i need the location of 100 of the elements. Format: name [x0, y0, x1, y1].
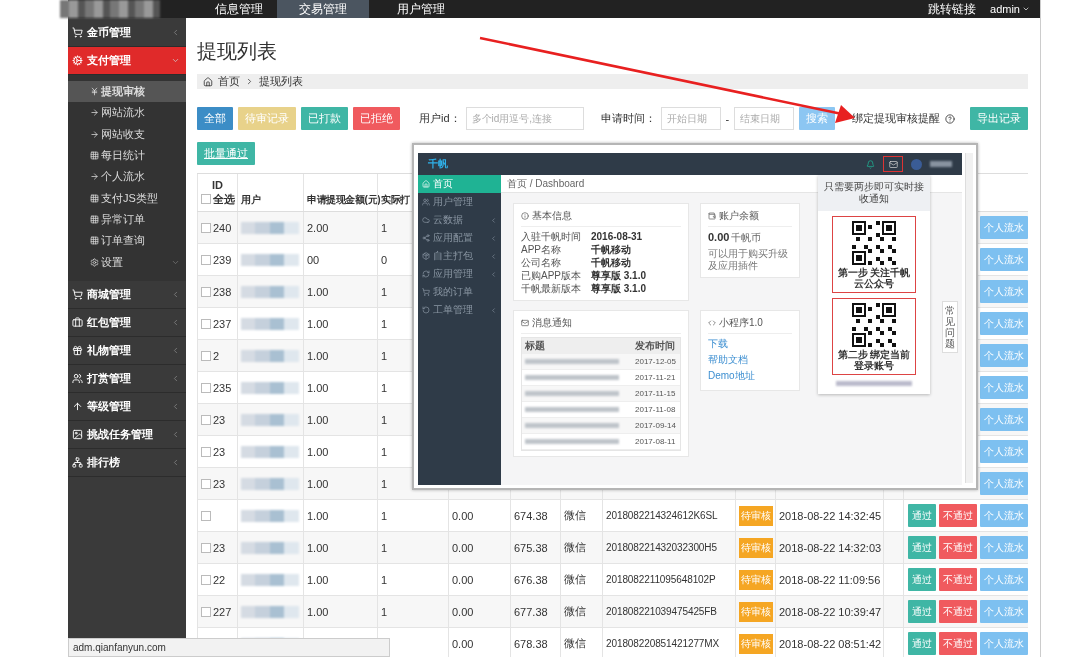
embedded-menu-item[interactable]: 我的订单 — [418, 283, 501, 301]
approve-button[interactable]: 通过 — [908, 632, 936, 655]
submenu-item[interactable]: 网站收支 — [68, 123, 186, 145]
flow-button[interactable]: 个人流水 — [980, 536, 1028, 559]
link[interactable]: 帮助文档 — [708, 353, 792, 367]
blurred-username — [241, 445, 299, 458]
cloud-icon — [422, 216, 430, 224]
embedded-menu-item[interactable]: 工单管理 — [418, 301, 501, 319]
reject-button[interactable]: 不通过 — [939, 568, 977, 591]
card-title: 账户余额 — [719, 209, 759, 223]
approve-button[interactable]: 通过 — [908, 536, 936, 559]
submenu-item[interactable]: 异常订单 — [68, 208, 186, 231]
flow-button[interactable]: 个人流水 — [980, 408, 1028, 431]
flow-button[interactable]: 个人流水 — [980, 376, 1028, 399]
table-cell: 201808221039475425FB — [606, 606, 717, 617]
flow-button[interactable]: 个人流水 — [980, 312, 1028, 335]
breadcrumb-item[interactable]: 首页 — [218, 74, 240, 89]
flow-button[interactable]: 个人流水 — [980, 568, 1028, 591]
approve-button[interactable]: 通过 — [908, 568, 936, 591]
submenu-label: 个人流水 — [101, 169, 146, 185]
sidebar-item[interactable]: 打赏管理 — [68, 364, 186, 393]
highlighted-button[interactable] — [883, 156, 903, 172]
mail-icon — [521, 319, 529, 327]
submenu-item[interactable]: 支付JS类型 — [68, 187, 186, 209]
select-all-checkbox[interactable] — [200, 194, 211, 204]
submenu-item[interactable]: 提现审核 — [68, 81, 186, 103]
sidebar-label: 红包管理 — [87, 314, 132, 330]
flow-button[interactable]: 个人流水 — [980, 472, 1028, 495]
row-checkbox[interactable] — [201, 446, 211, 457]
side-tab[interactable]: 常见问题 — [942, 301, 958, 353]
select-all-label: 全选 — [212, 191, 235, 207]
embedded-menu-item[interactable]: 应用配置 — [418, 229, 501, 247]
embedded-menu-item[interactable]: 用户管理 — [418, 193, 501, 211]
reject-button[interactable]: 不通过 — [939, 632, 977, 655]
row-checkbox[interactable] — [201, 414, 211, 425]
reminder-link[interactable]: 绑定提现审核提醒 — [852, 111, 940, 126]
sidebar-item[interactable]: 商城管理 — [68, 280, 186, 309]
sidebar-item[interactable]: 排行榜 — [68, 448, 186, 477]
flow-button[interactable]: 个人流水 — [980, 600, 1028, 623]
status-badge: 待审核 — [739, 505, 773, 526]
embedded-menu-item[interactable]: 应用管理 — [418, 265, 501, 283]
export-button[interactable]: 导出记录 — [970, 107, 1028, 130]
flow-button[interactable]: 个人流水 — [980, 504, 1028, 527]
sidebar-item[interactable]: 支付管理 — [68, 47, 186, 75]
link[interactable]: 下载 — [708, 337, 792, 351]
user-menu[interactable]: admin — [990, 0, 1030, 18]
flow-button[interactable]: 个人流水 — [980, 248, 1028, 271]
submenu-item[interactable]: 每日统计 — [68, 144, 186, 167]
filter-button[interactable]: 已打款 — [301, 107, 348, 130]
balance-note: 可以用于购买升级及应用插件 — [708, 248, 789, 272]
submenu-item[interactable]: 个人流水 — [68, 166, 186, 188]
row-checkbox[interactable] — [201, 382, 211, 393]
end-date-field[interactable]: 结束日期 — [734, 107, 795, 130]
batch-approve-button[interactable]: 批量通过 — [197, 142, 255, 165]
yen-icon — [90, 87, 99, 97]
row-checkbox[interactable] — [201, 286, 211, 297]
row-checkbox[interactable] — [201, 350, 211, 361]
sidebar-item[interactable]: 礼物管理 — [68, 336, 186, 365]
embedded-menu-item[interactable]: 云数据 — [418, 211, 501, 229]
nav-tab[interactable]: 交易管理 — [277, 0, 369, 18]
sidebar-item[interactable]: 红包管理 — [68, 308, 186, 337]
flow-button[interactable]: 个人流水 — [980, 280, 1028, 303]
reject-button[interactable]: 不通过 — [939, 536, 977, 559]
row-checkbox[interactable] — [201, 510, 211, 521]
row-checkbox[interactable] — [201, 222, 211, 233]
table-cell: 0.00 — [452, 541, 474, 554]
sidebar-item[interactable]: 等级管理 — [68, 392, 186, 421]
reject-button[interactable]: 不通过 — [939, 600, 977, 623]
row-checkbox[interactable] — [201, 542, 211, 553]
sidebar-item[interactable]: 挑战任务管理 — [68, 420, 186, 449]
embedded-menu-item[interactable]: 首页 — [418, 175, 501, 193]
flow-button[interactable]: 个人流水 — [980, 632, 1028, 655]
qr-code — [852, 303, 896, 347]
row-checkbox[interactable] — [201, 254, 211, 265]
user-id-field[interactable]: 多个id用逗号,连接 — [465, 107, 584, 130]
embedded-menu-item[interactable]: 自主打包 — [418, 247, 501, 265]
id-text: 23 — [213, 413, 226, 426]
submenu-item[interactable]: 设置 — [68, 251, 186, 273]
reject-button[interactable]: 不通过 — [939, 504, 977, 527]
flow-button[interactable]: 个人流水 — [980, 440, 1028, 463]
filter-button[interactable]: 全部 — [197, 107, 233, 130]
flow-button[interactable]: 个人流水 — [980, 216, 1028, 239]
jump-link[interactable]: 跳转链接 — [928, 0, 977, 18]
start-date-field[interactable]: 开始日期 — [660, 107, 721, 130]
approve-button[interactable]: 通过 — [908, 600, 936, 623]
row-checkbox[interactable] — [201, 606, 211, 617]
link[interactable]: Demo地址 — [708, 369, 792, 383]
sidebar-label: 等级管理 — [87, 398, 132, 414]
package-icon — [422, 252, 430, 260]
row-checkbox[interactable] — [201, 318, 211, 329]
submenu-item[interactable]: 订单查询 — [68, 230, 186, 252]
nav-tab[interactable]: 用户管理 — [379, 0, 463, 18]
filter-button[interactable]: 已拒绝 — [353, 107, 400, 130]
info-value: 千帆移动 — [591, 256, 632, 269]
help-icon[interactable] — [945, 113, 955, 124]
row-checkbox[interactable] — [201, 478, 211, 489]
submenu-item[interactable]: 网站流水 — [68, 102, 186, 124]
approve-button[interactable]: 通过 — [908, 504, 936, 527]
row-checkbox[interactable] — [201, 574, 211, 585]
flow-button[interactable]: 个人流水 — [980, 344, 1028, 367]
